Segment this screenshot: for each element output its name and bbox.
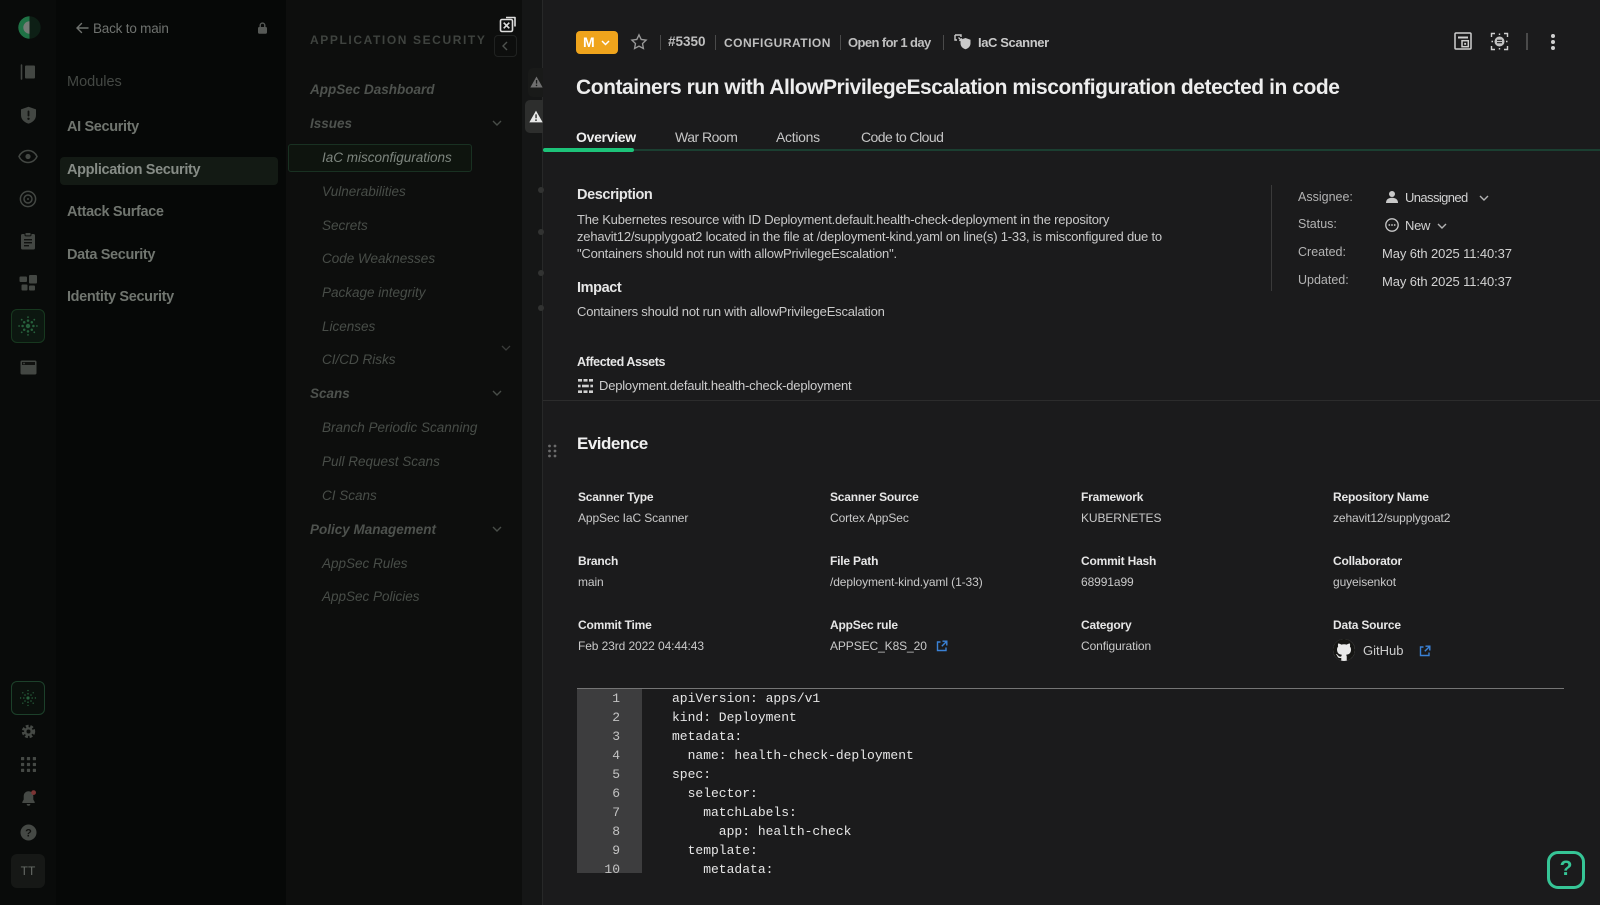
svg-text:?: ? xyxy=(25,827,32,839)
